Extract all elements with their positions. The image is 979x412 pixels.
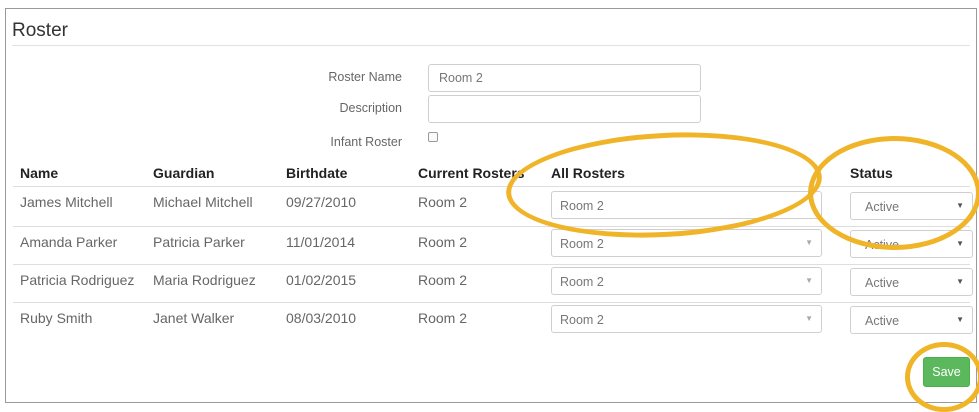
status-value: Active	[865, 276, 900, 290]
chevron-down-icon: ▼	[956, 315, 964, 324]
status-select[interactable]: Active ▼	[850, 230, 973, 258]
column-header-all-rosters: All Rosters	[551, 165, 625, 181]
title-divider	[12, 45, 970, 46]
chevron-down-icon: ▼	[805, 314, 813, 323]
column-header-name: Name	[20, 165, 59, 181]
infant-roster-label: Infant Roster	[330, 135, 402, 149]
cell-current-roster: Room 2	[418, 310, 468, 326]
description-input[interactable]	[428, 95, 701, 123]
cell-name: Ruby Smith	[20, 310, 93, 326]
cell-guardian: Janet Walker	[153, 310, 235, 326]
cell-birthdate: 08/03/2010	[286, 310, 357, 326]
roster-name-input[interactable]	[428, 64, 701, 92]
all-rosters-select[interactable]: Room 2 ▼	[551, 229, 822, 257]
chevron-down-icon: ▼	[805, 238, 813, 247]
row-divider	[13, 302, 970, 303]
status-select[interactable]: Active ▼	[850, 192, 973, 220]
cell-name: Patricia Rodriguez	[20, 272, 135, 288]
cell-guardian: Maria Rodriguez	[153, 272, 256, 288]
chevron-down-icon: ▼	[956, 201, 964, 210]
page-title: Roster	[12, 20, 68, 41]
chevron-down-icon: ▼	[956, 277, 964, 286]
status-value: Active	[865, 200, 900, 214]
cell-name: James Mitchell	[20, 194, 113, 210]
save-button[interactable]: Save	[923, 357, 970, 387]
column-header-guardian: Guardian	[153, 165, 215, 181]
status-select[interactable]: Active ▼	[850, 306, 973, 334]
status-value: Active	[865, 314, 900, 328]
row-divider	[13, 226, 970, 227]
all-rosters-select[interactable]: Room 2 ▼	[551, 267, 822, 295]
all-rosters-value: Room 2	[560, 237, 604, 251]
all-rosters-value: Room 2	[560, 275, 604, 289]
column-header-status: Status	[850, 165, 893, 181]
cell-guardian: Michael Mitchell	[153, 194, 253, 210]
chevron-down-icon: ▼	[956, 239, 964, 248]
column-header-current-rosters: Current Rosters	[418, 165, 525, 181]
cell-name: Amanda Parker	[20, 234, 118, 250]
cell-guardian: Patricia Parker	[153, 234, 245, 250]
column-header-birthdate: Birthdate	[286, 165, 348, 181]
cell-birthdate: 01/02/2015	[286, 272, 357, 288]
cell-current-roster: Room 2	[418, 194, 468, 210]
header-divider	[13, 186, 970, 187]
all-rosters-value: Room 2	[560, 313, 604, 327]
all-rosters-select[interactable]: Room 2 ▼	[551, 305, 822, 333]
cell-current-roster: Room 2	[418, 234, 468, 250]
infant-roster-checkbox[interactable]	[428, 132, 438, 142]
status-value: Active	[865, 238, 900, 252]
all-rosters-select[interactable]: Room 2	[551, 191, 822, 219]
status-select[interactable]: Active ▼	[850, 268, 973, 296]
cell-current-roster: Room 2	[418, 272, 468, 288]
row-divider	[13, 264, 970, 265]
all-rosters-value: Room 2	[560, 199, 604, 213]
roster-name-label: Roster Name	[328, 70, 402, 84]
description-label: Description	[339, 101, 402, 115]
chevron-down-icon: ▼	[805, 276, 813, 285]
cell-birthdate: 11/01/2014	[286, 234, 356, 250]
cell-birthdate: 09/27/2010	[286, 194, 357, 210]
